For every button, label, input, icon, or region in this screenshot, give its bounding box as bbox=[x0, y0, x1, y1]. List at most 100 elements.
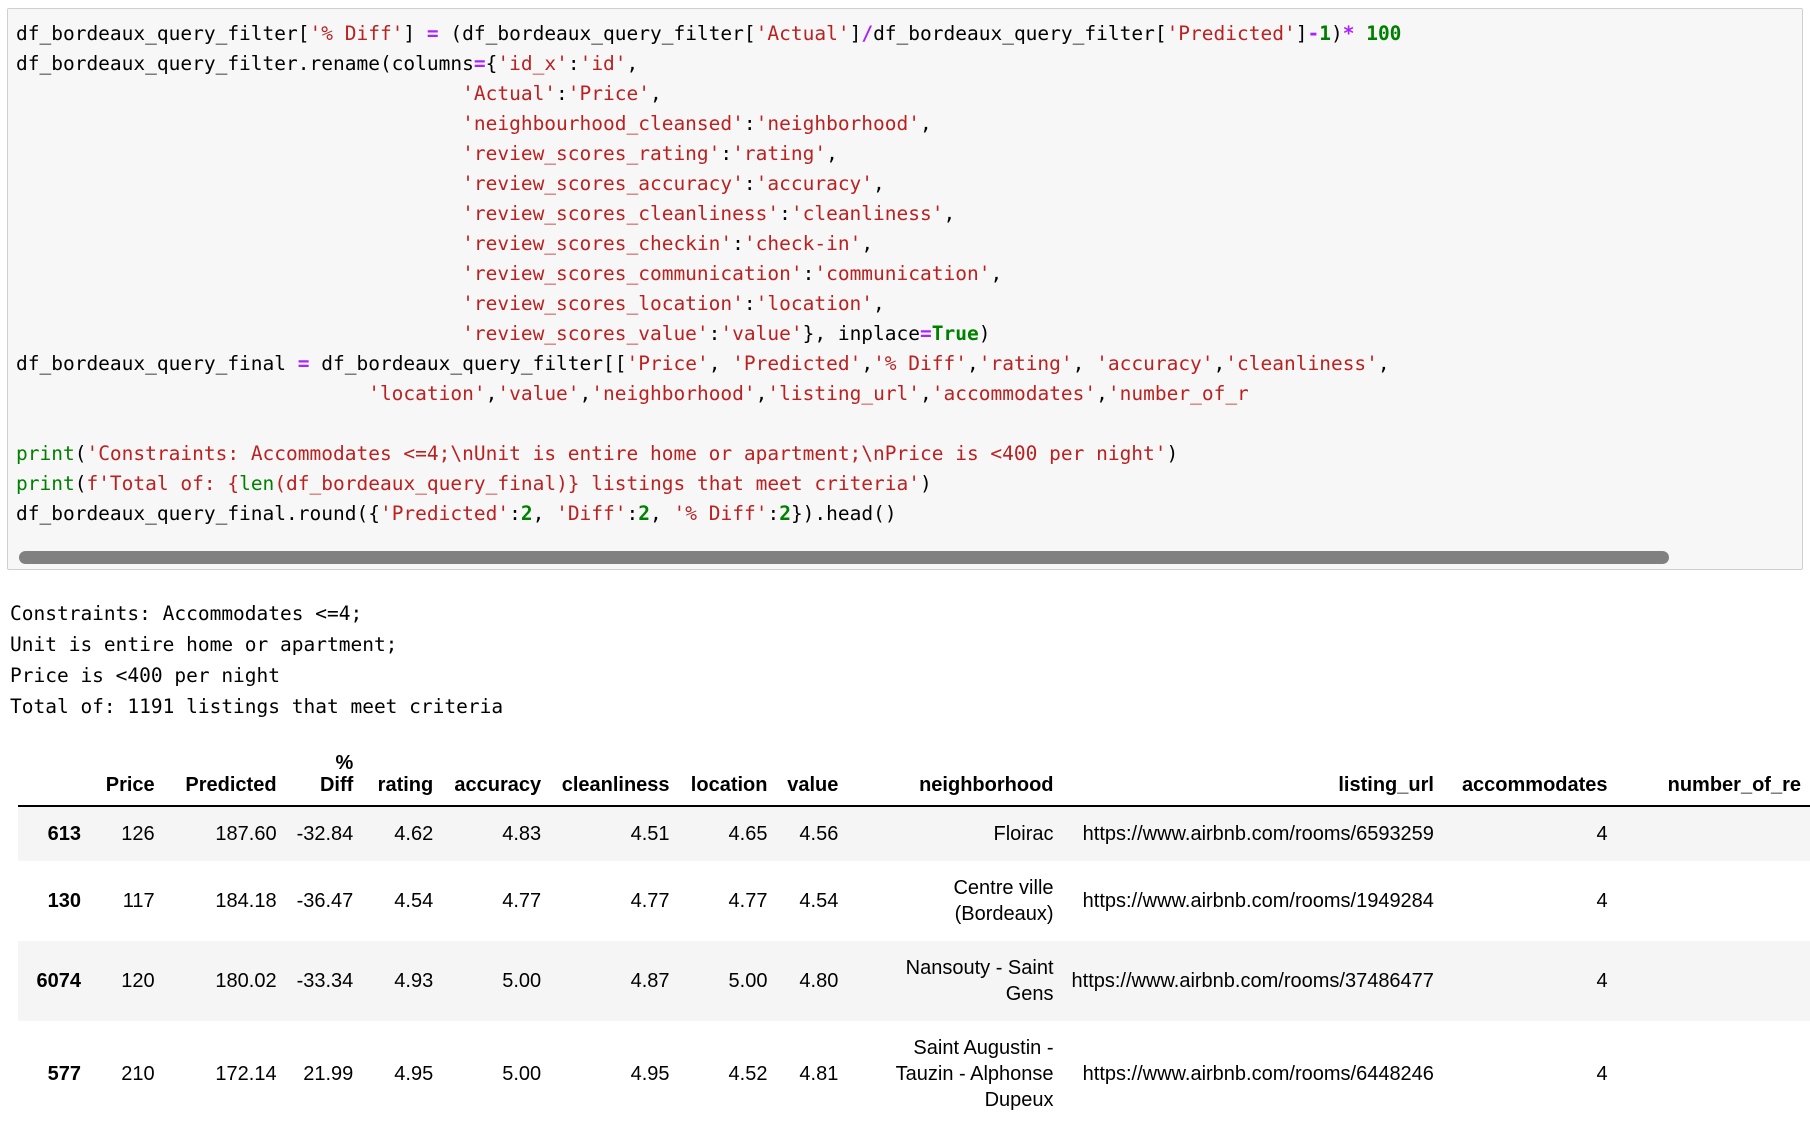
col-header-rating: rating bbox=[377, 774, 434, 796]
code-token: / bbox=[861, 22, 874, 45]
cell-cleanliness: 4.87 bbox=[630, 970, 670, 992]
cell-pct-diff: -33.34 bbox=[296, 970, 354, 992]
code-token: , bbox=[579, 382, 592, 405]
code-token: * bbox=[1342, 22, 1355, 45]
code-token: , bbox=[1377, 352, 1390, 375]
horizontal-scrollbar[interactable] bbox=[11, 550, 1799, 565]
cell-accommodates: 4 bbox=[1596, 823, 1608, 845]
cell-location: 4.77 bbox=[728, 890, 768, 912]
code-token: 'review_scores_checkin' bbox=[462, 232, 733, 255]
cell-listing-url[interactable]: https://www.airbnb.com/rooms/6593259 bbox=[1063, 806, 1443, 861]
horizontal-scrollbar-thumb[interactable] bbox=[19, 551, 1669, 564]
dataframe-table: Price Predicted % Diff rating accuracy cl… bbox=[18, 752, 1810, 1127]
code-token: 'review_scores_rating' bbox=[462, 142, 721, 165]
code-token: , bbox=[626, 52, 639, 75]
code-token: 'review_scores_location' bbox=[462, 292, 744, 315]
code-token: , bbox=[920, 112, 932, 135]
cell-listing-url[interactable]: https://www.airbnb.com/rooms/1949284 bbox=[1063, 861, 1443, 941]
code-token: }).head() bbox=[790, 502, 897, 525]
table-row: 577 210 172.14 21.99 4.95 5.00 4.95 4.52 4.81 Sai… bbox=[18, 1021, 1810, 1127]
code-token: ) bbox=[920, 472, 932, 495]
code-token: : bbox=[567, 52, 580, 75]
code-token: 'neighborhood' bbox=[591, 382, 756, 405]
code-token: 'Price' bbox=[567, 82, 650, 105]
table-row: 6074 120 180.02 -33.34 4.93 5.00 4.87 5.00 4.80 N… bbox=[18, 941, 1810, 1021]
code-token: , bbox=[1213, 352, 1226, 375]
code-token: , bbox=[826, 142, 838, 165]
code-token: len bbox=[239, 472, 275, 495]
col-header-index bbox=[18, 752, 90, 806]
code-source[interactable]: df_bordeaux_query_filter['% Diff'] = (df… bbox=[8, 9, 1802, 529]
code-token: ] bbox=[403, 22, 427, 45]
col-header-pct-diff: % Diff bbox=[286, 752, 363, 806]
col-header-accommodates: accommodates bbox=[1461, 774, 1608, 796]
code-token: 'cleanliness' bbox=[790, 202, 944, 225]
code-token: 'number_of_r bbox=[1107, 382, 1249, 405]
code-token: 'review_scores_cleanliness' bbox=[462, 202, 780, 225]
code-token: : bbox=[708, 322, 721, 345]
code-token: True bbox=[931, 322, 979, 345]
cell-accommodates: 4 bbox=[1596, 890, 1608, 912]
cell-price: 126 bbox=[121, 823, 155, 845]
code-token: 'value' bbox=[720, 322, 803, 345]
code-token: df_bordeaux_query_filter.rename(columns bbox=[16, 52, 474, 75]
code-token: , bbox=[990, 262, 1003, 285]
code-token: ] bbox=[849, 22, 862, 45]
code-token: 'accuracy' bbox=[1096, 352, 1214, 375]
cell-price: 117 bbox=[122, 890, 155, 912]
code-token: ) bbox=[1330, 22, 1343, 45]
cell-pct-diff: -32.84 bbox=[296, 823, 354, 845]
cell-location: 4.52 bbox=[728, 1063, 768, 1085]
code-token: (df_bordeaux_query_filter[ bbox=[438, 22, 756, 45]
row-index: 130 bbox=[47, 890, 81, 912]
cell-cleanliness: 4.77 bbox=[630, 890, 670, 912]
col-header-pct-diff-line: % bbox=[335, 752, 354, 774]
cell-location: 5.00 bbox=[728, 970, 768, 992]
code-token: f'Total of: { bbox=[86, 472, 240, 495]
code-token: 'accuracy' bbox=[755, 172, 874, 195]
code-token: 'rating' bbox=[732, 142, 827, 165]
code-token: ( bbox=[74, 472, 87, 495]
code-token: , bbox=[861, 232, 874, 255]
cell-pct-diff: -36.47 bbox=[296, 890, 354, 912]
code-token: { bbox=[485, 52, 498, 75]
code-token: - bbox=[1307, 22, 1320, 45]
code-token: 'location' bbox=[755, 292, 874, 315]
code-token: df_bordeaux_query_filter[ bbox=[873, 22, 1167, 45]
cell-predicted: 184.18 bbox=[215, 890, 277, 912]
cell-listing-url[interactable]: https://www.airbnb.com/rooms/37486477 bbox=[1063, 941, 1443, 1021]
code-token: : bbox=[779, 202, 791, 225]
code-token: : bbox=[802, 262, 815, 285]
cell-accommodates: 4 bbox=[1596, 1063, 1608, 1085]
cell-accuracy: 5.00 bbox=[502, 1063, 542, 1085]
cell-accommodates: 4 bbox=[1596, 970, 1608, 992]
cell-rating: 4.54 bbox=[394, 890, 434, 912]
code-token: }, inplace bbox=[802, 322, 921, 345]
code-token: '% Diff' bbox=[673, 502, 768, 525]
code-token: 2 bbox=[779, 502, 791, 525]
cell-neighborhood: Nansouty - Saint Gens bbox=[905, 957, 1054, 1005]
code-cell[interactable]: df_bordeaux_query_filter['% Diff'] = (df… bbox=[7, 8, 1803, 570]
code-token: , bbox=[861, 352, 874, 375]
cell-accuracy: 4.77 bbox=[502, 890, 542, 912]
row-index: 613 bbox=[47, 823, 81, 845]
col-header-cleanliness: cleanliness bbox=[561, 774, 670, 796]
code-token: 2 bbox=[520, 502, 533, 525]
code-token: = bbox=[426, 22, 439, 45]
col-header-pct-diff-line: Diff bbox=[319, 774, 354, 796]
code-token: , bbox=[532, 502, 557, 525]
code-token: , bbox=[943, 202, 956, 225]
cell-listing-url[interactable]: https://www.airbnb.com/rooms/6448246 bbox=[1063, 1021, 1443, 1127]
code-token: 'Price' bbox=[626, 352, 709, 375]
code-token: : bbox=[720, 142, 733, 165]
code-token: 'value' bbox=[497, 382, 580, 405]
col-header-neighborhood: neighborhood bbox=[919, 774, 1054, 796]
cell-value: 4.80 bbox=[799, 970, 839, 992]
code-token: = bbox=[473, 52, 486, 75]
